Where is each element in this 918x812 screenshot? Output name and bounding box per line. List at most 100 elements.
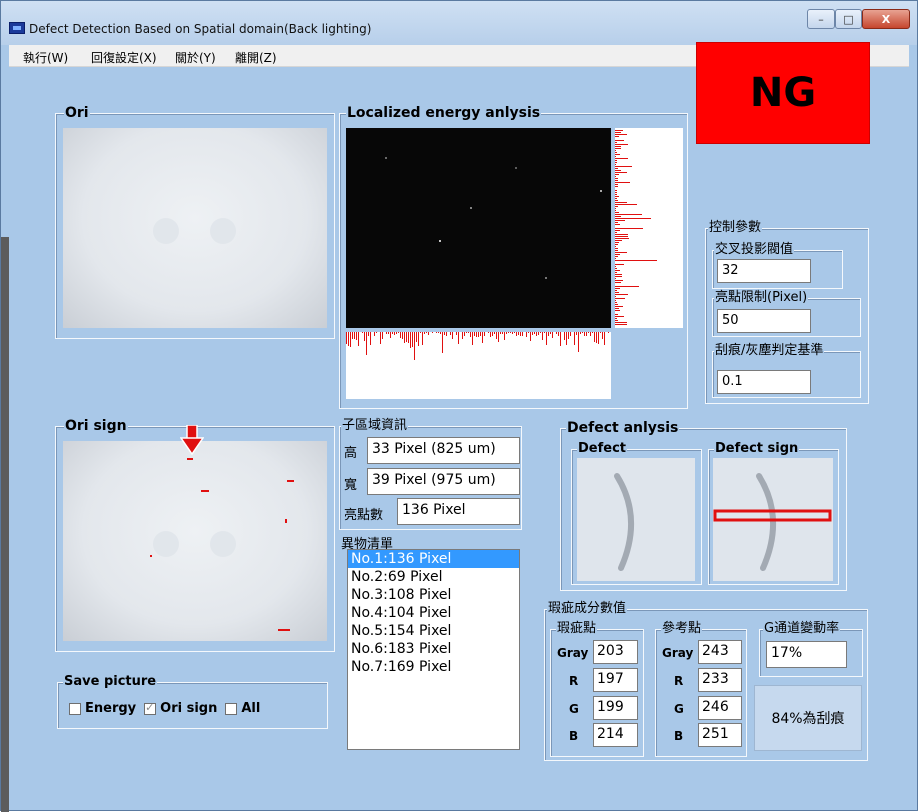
save-energy-checkbox[interactable]: Energy: [69, 701, 136, 716]
projection-bar: [615, 192, 617, 193]
bright-count-field[interactable]: 136 Pixel: [397, 498, 520, 525]
projection-bar: [592, 332, 593, 333]
projection-bar: [615, 154, 620, 155]
list-item[interactable]: No.6:183 Pixel: [348, 640, 519, 658]
projection-bar: [615, 300, 616, 301]
projection-bar: [526, 332, 527, 337]
projection-bar: [615, 198, 617, 199]
projection-bar: [615, 136, 619, 137]
minimize-button[interactable]: –: [807, 9, 835, 29]
defect-point-title: 瑕疵點: [556, 621, 598, 637]
defect-r-field[interactable]: 197: [593, 668, 638, 692]
projection-bar: [476, 332, 477, 337]
defect-b-label: B: [569, 729, 579, 743]
reference-r-field[interactable]: 233: [698, 668, 742, 692]
menu-about[interactable]: 關於(Y): [175, 49, 216, 66]
reference-gray-field[interactable]: 243: [698, 640, 742, 664]
projection-bar: [615, 150, 616, 151]
reference-g-field[interactable]: 246: [698, 696, 742, 720]
projection-bar: [444, 332, 445, 335]
bright-limit-input[interactable]: 50: [717, 309, 811, 333]
menu-restore-settings[interactable]: 回復設定(X): [91, 49, 157, 66]
projection-bar: [394, 332, 395, 335]
projection-bar: [615, 250, 618, 251]
projection-bar: [446, 332, 447, 336]
projection-bar: [578, 332, 579, 352]
projection-bar: [400, 332, 401, 338]
projection-bar: [615, 218, 651, 219]
defect-sign-title: Defect sign: [714, 441, 800, 457]
width-field[interactable]: 39 Pixel (975 um): [367, 468, 520, 495]
foreign-object-list[interactable]: No.1:136 Pixel No.2:69 Pixel No.3:108 Pi…: [347, 549, 520, 750]
projection-bar: [615, 256, 618, 257]
projection-bar: [615, 308, 619, 309]
projection-bar: [518, 332, 519, 335]
width-label: 寬: [344, 478, 358, 493]
projection-bar: [440, 332, 441, 334]
checkbox-icon[interactable]: [225, 702, 238, 715]
projection-bar: [424, 332, 425, 334]
list-item[interactable]: No.7:169 Pixel: [348, 658, 519, 676]
g-change-field[interactable]: 17%: [766, 641, 847, 668]
projection-bar: [600, 332, 601, 333]
close-button[interactable]: X: [862, 9, 910, 29]
cross-projection-input[interactable]: 32: [717, 259, 811, 283]
projection-bar: [370, 332, 371, 345]
height-field[interactable]: 33 Pixel (825 um): [367, 437, 520, 464]
scratch-criterion-input[interactable]: 0.1: [717, 370, 811, 394]
menu-run[interactable]: 執行(W): [23, 49, 68, 66]
title-bar[interactable]: Defect Detection Based on Spatial domain…: [1, 1, 917, 45]
projection-bar: [615, 268, 617, 269]
projection-bar: [480, 332, 481, 336]
defect-b-field[interactable]: 214: [593, 723, 638, 747]
maximize-button[interactable]: □: [835, 9, 862, 29]
horizontal-projection: [346, 332, 611, 399]
projection-bar: [615, 264, 624, 265]
projection-bar: [556, 332, 557, 334]
projection-bar: [615, 156, 616, 157]
reference-point-title: 參考點: [661, 621, 703, 637]
projection-bar: [615, 186, 618, 187]
reference-b-label: B: [674, 729, 684, 743]
defect-g-field[interactable]: 199: [593, 696, 638, 720]
list-item[interactable]: No.2:69 Pixel: [348, 568, 519, 586]
projection-bar: [516, 332, 517, 336]
save-picture-title: Save picture: [63, 674, 158, 690]
projection-bar: [615, 288, 620, 289]
defect-gray-field[interactable]: 203: [593, 640, 638, 664]
down-arrow-icon: [180, 425, 204, 455]
scratch-verdict-button[interactable]: 84%為刮痕: [754, 685, 862, 751]
checkbox-checked-icon[interactable]: [144, 701, 157, 715]
defect-title: Defect: [577, 441, 628, 457]
projection-bar: [546, 332, 547, 345]
projection-bar: [374, 332, 375, 336]
projection-bar: [615, 260, 657, 261]
projection-bar: [615, 324, 627, 325]
list-item[interactable]: No.1:136 Pixel: [348, 550, 519, 568]
projection-bar: [560, 332, 561, 346]
ori-sign-markers: [150, 458, 294, 631]
projection-bar: [615, 272, 617, 273]
list-item[interactable]: No.3:108 Pixel: [348, 586, 519, 604]
checkbox-icon[interactable]: [69, 702, 81, 715]
reference-b-field[interactable]: 251: [698, 723, 742, 747]
horizontal-projection-bars: [346, 332, 609, 360]
menu-exit[interactable]: 離開(Z): [235, 49, 277, 66]
projection-bar: [442, 332, 443, 353]
projection-bar: [615, 220, 625, 221]
projection-bar: [588, 332, 589, 333]
projection-bar: [390, 332, 391, 338]
projection-bar: [615, 316, 624, 317]
list-item[interactable]: No.5:154 Pixel: [348, 622, 519, 640]
projection-bar: [358, 332, 359, 346]
vertical-projection-bars: [615, 130, 657, 325]
projection-bar: [615, 172, 627, 173]
projection-bar: [428, 332, 429, 335]
projection-bar: [414, 332, 415, 360]
projection-bar: [462, 332, 463, 339]
save-ori-sign-checkbox[interactable]: Ori sign: [144, 701, 217, 716]
save-all-checkbox[interactable]: All: [225, 701, 260, 716]
projection-bar: [396, 332, 397, 334]
projection-bar: [376, 332, 377, 333]
list-item[interactable]: No.4:104 Pixel: [348, 604, 519, 622]
